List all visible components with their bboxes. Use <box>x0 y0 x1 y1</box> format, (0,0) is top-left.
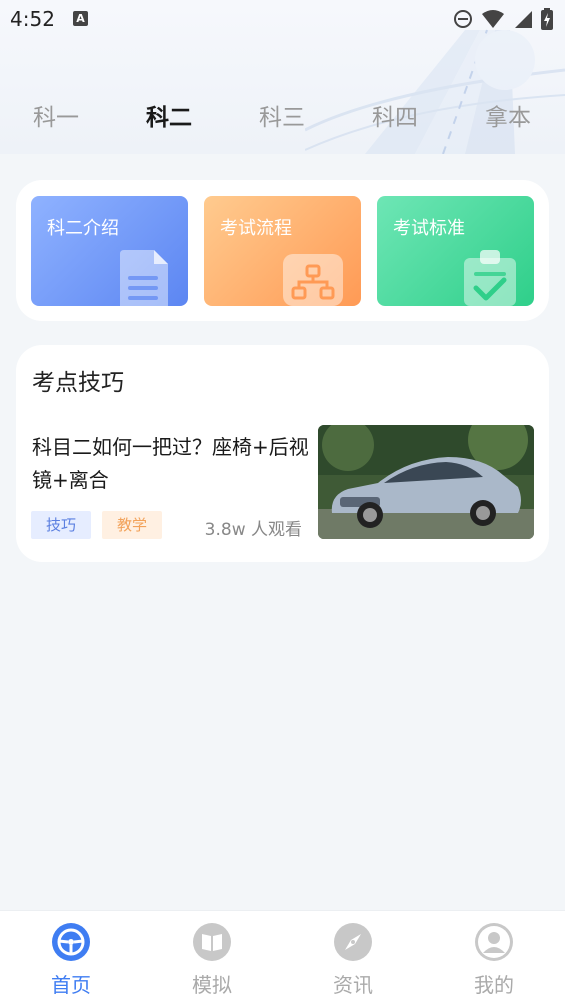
status-icons <box>453 8 553 30</box>
signal-icon <box>515 11 532 28</box>
status-bar: 4:52 A <box>0 0 565 38</box>
process-tile-label: 考试流程 <box>220 218 292 239</box>
nav-home[interactable]: 首页 <box>26 923 116 998</box>
document-icon <box>120 250 168 306</box>
quick-links-card: 科二介绍 考试流程 考试标准 <box>16 180 549 321</box>
flowchart-icon <box>283 254 343 306</box>
nav-simulate[interactable]: 模拟 <box>167 923 257 998</box>
book-icon <box>193 923 231 961</box>
tab-ke-3[interactable]: 科三 <box>227 98 337 138</box>
nav-home-label: 首页 <box>51 973 91 997</box>
bottom-nav: 首页 模拟 资讯 我的 <box>0 910 565 1004</box>
article-tag-skill: 技巧 <box>31 511 92 539</box>
nav-profile-label: 我的 <box>474 973 514 997</box>
car-photo <box>318 425 534 539</box>
battery-icon <box>541 8 553 30</box>
tab-license[interactable]: 拿本 <box>453 98 563 138</box>
steering-wheel-icon <box>52 923 90 961</box>
nav-news-label: 资讯 <box>333 973 373 997</box>
wifi-icon <box>482 10 504 28</box>
subject-tabs: 科一 科二 科三 科四 拿本 <box>0 98 565 138</box>
clipboard-check-icon <box>464 250 516 306</box>
article-thumbnail[interactable] <box>318 425 534 539</box>
dnd-icon <box>454 10 472 28</box>
article-tag-teaching: 教学 <box>102 511 163 539</box>
article-title[interactable]: 科目二如何一把过？座椅+后视镜+离合 <box>32 431 312 497</box>
header: 4:52 A 科一 科二 科三 科四 拿本 <box>0 0 565 154</box>
article-view-count: 3.8w 人观看 <box>204 520 302 540</box>
user-icon <box>475 923 513 961</box>
status-time: 4:52 <box>10 7 55 31</box>
tips-card: 考点技巧 科目二如何一把过？座椅+后视镜+离合 技巧 教学 3.8w 人观看 <box>16 345 549 562</box>
intro-tile-label: 科二介绍 <box>47 218 119 239</box>
a-notification-icon: A <box>73 11 88 26</box>
process-tile[interactable]: 考试流程 <box>204 196 361 306</box>
nav-simulate-label: 模拟 <box>192 973 232 997</box>
tab-ke-4[interactable]: 科四 <box>340 98 450 138</box>
standard-tile-label: 考试标准 <box>393 218 465 239</box>
nav-profile[interactable]: 我的 <box>449 923 539 998</box>
tab-ke-2[interactable]: 科二 <box>114 98 224 138</box>
compass-icon <box>334 923 372 961</box>
tips-section-title: 考点技巧 <box>32 370 124 396</box>
standard-tile[interactable]: 考试标准 <box>377 196 534 306</box>
nav-news[interactable]: 资讯 <box>308 923 398 998</box>
tab-ke-1[interactable]: 科一 <box>1 98 111 138</box>
intro-tile[interactable]: 科二介绍 <box>31 196 188 306</box>
